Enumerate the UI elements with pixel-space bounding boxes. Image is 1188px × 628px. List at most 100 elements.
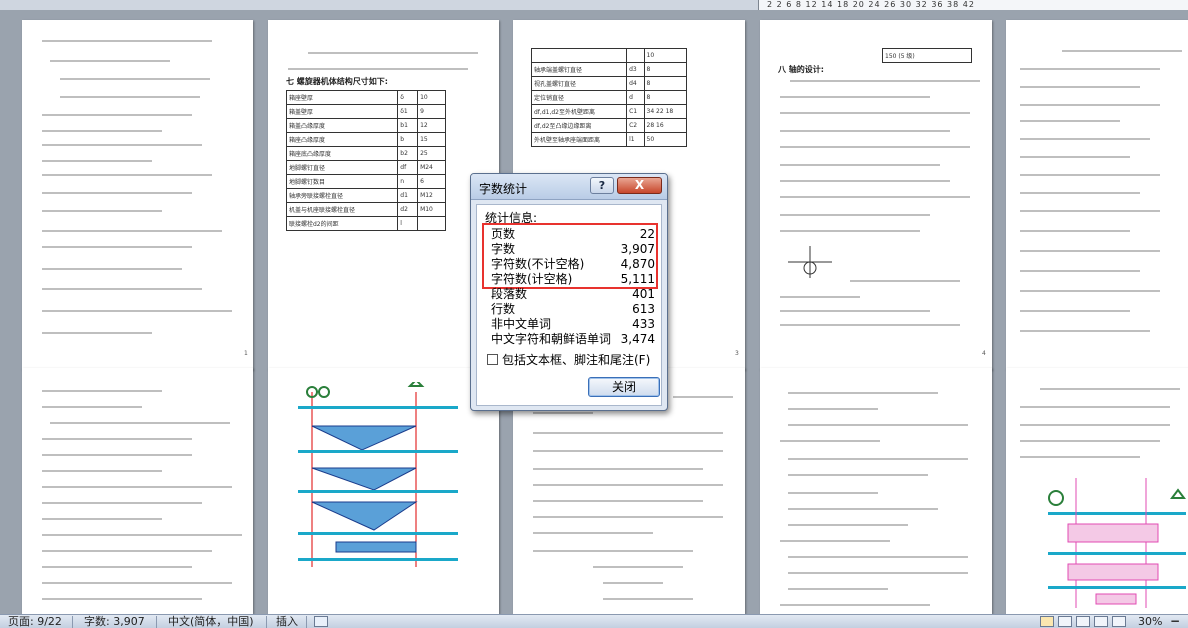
dialog-titlebar[interactable]: 字数统计 ? X bbox=[471, 174, 667, 200]
table-cell: 34 22 18 bbox=[643, 104, 688, 119]
close-icon[interactable]: X bbox=[617, 177, 662, 194]
macro-record-icon[interactable] bbox=[314, 616, 328, 627]
table-cell: df bbox=[397, 160, 419, 175]
page-thumbnail-4[interactable]: 150 (5 级) 八 轴的设计: 4 bbox=[760, 20, 992, 370]
stat-row: 字符数(计空格) 5,111 bbox=[491, 272, 655, 286]
structure-table-continued: 10 轴承端盖螺钉直径 d3 8 视孔盖螺钉直径 d4 8 定位销直径 d 8 df,d1,d2至外… bbox=[530, 48, 688, 147]
page-thumbnail-1[interactable]: 1 bbox=[22, 20, 253, 370]
help-button[interactable]: ? bbox=[590, 177, 614, 194]
page-thumbnail-2[interactable]: 七 螺旋器机体结构尺寸如下: 箱座壁厚 δ 10 箱盖壁厚 δ1 9 箱盖凸缘厚度 b1 12 箱… bbox=[268, 20, 499, 370]
table-cell: 12 bbox=[417, 118, 446, 133]
table-cell: df,d1,d2至外机壁距离 bbox=[530, 104, 628, 119]
table-cell: 定位销直径 bbox=[530, 90, 628, 105]
table-cell: 150 (5 级) bbox=[882, 48, 972, 63]
stat-row: 非中文单词 433 bbox=[491, 317, 655, 331]
table-cell: 联接螺栓d2的间距 bbox=[285, 216, 399, 231]
stat-label: 字符数(不计空格) bbox=[491, 257, 585, 271]
stat-row: 字符数(不计空格) 4,870 bbox=[491, 257, 655, 271]
stat-label: 行数 bbox=[491, 302, 516, 316]
table-cell bbox=[530, 48, 628, 63]
force-diagram bbox=[1048, 478, 1186, 608]
draft-view-icon[interactable] bbox=[1112, 616, 1126, 627]
table-cell: 9 bbox=[417, 104, 446, 119]
table-cell: C2 bbox=[626, 118, 645, 133]
page-thumbnail-7[interactable] bbox=[268, 368, 499, 614]
table-cell: 15 bbox=[417, 132, 446, 147]
table-cell: d bbox=[626, 90, 645, 105]
stat-label: 中文字符和朝鲜语单词 bbox=[491, 332, 612, 346]
stat-row: 行数 613 bbox=[491, 302, 655, 316]
table-cell: 外机壁至轴承座端面距离 bbox=[530, 132, 628, 147]
table-cell: 10 bbox=[643, 48, 688, 63]
table-row: df,d1,d2至外机壁距离 C1 34 22 18 bbox=[530, 104, 688, 119]
outline-view-icon[interactable] bbox=[1094, 616, 1108, 627]
table-cell: 机盖与机座联接螺栓直径 bbox=[285, 202, 399, 217]
table-cell: 箱座壁厚 bbox=[285, 90, 399, 105]
insert-mode-indicator[interactable]: 插入 bbox=[276, 615, 298, 628]
page-thumbnail-6[interactable] bbox=[22, 368, 253, 614]
stat-value: 401 bbox=[632, 287, 655, 301]
page-thumbnail-10[interactable] bbox=[1006, 368, 1188, 614]
include-textbox-footnotes-option[interactable]: 包括文本框、脚注和尾注(F) bbox=[487, 351, 650, 368]
zoom-level[interactable]: 30% bbox=[1138, 615, 1162, 628]
table-cell: 箱座底凸缘厚度 bbox=[285, 146, 399, 161]
table-cell: δ bbox=[397, 90, 419, 105]
stat-label: 页数 bbox=[491, 227, 516, 241]
bending-moment-diagram bbox=[298, 382, 458, 567]
table-cell: 6 bbox=[417, 174, 446, 189]
checkbox-icon[interactable] bbox=[487, 354, 498, 365]
table-cell: 轴承旁联接螺栓直径 bbox=[285, 188, 399, 203]
checkbox-label: 包括文本框、脚注和尾注(F) bbox=[502, 353, 651, 367]
status-bar: 页面: 9/22 字数: 3,907 中文(简体，中国) 插入 30% − bbox=[0, 614, 1188, 628]
table-row: 地脚螺钉直径 df M24 bbox=[285, 160, 446, 175]
table-cell: d2 bbox=[397, 202, 419, 217]
page-heading: 七 螺旋器机体结构尺寸如下: bbox=[286, 77, 388, 86]
table-row: df,d2至凸缘边缘距离 C2 28 16 bbox=[530, 118, 688, 133]
table-cell: 8 bbox=[643, 62, 688, 77]
stat-value: 3,907 bbox=[620, 242, 655, 256]
table-cell: 轴承端盖螺钉直径 bbox=[530, 62, 628, 77]
table-row: 箱座壁厚 δ 10 bbox=[285, 90, 446, 105]
table-cell: l1 bbox=[626, 132, 645, 147]
stat-row: 字数 3,907 bbox=[491, 242, 655, 256]
page-indicator[interactable]: 页面: 9/22 bbox=[8, 615, 62, 628]
table-cell: C1 bbox=[626, 104, 645, 119]
table-cell: d3 bbox=[626, 62, 645, 77]
stat-label: 段落数 bbox=[491, 287, 528, 301]
table-cell: d4 bbox=[626, 76, 645, 91]
language-indicator[interactable]: 中文(简体，中国) bbox=[168, 615, 254, 628]
stat-value: 5,111 bbox=[620, 272, 655, 286]
table-row: 箱盖壁厚 δ1 9 bbox=[285, 104, 446, 119]
web-layout-icon[interactable] bbox=[1076, 616, 1090, 627]
table-row: 定位销直径 d 8 bbox=[530, 90, 688, 105]
table-row: 地脚螺钉数目 n 6 bbox=[285, 174, 446, 189]
table-cell: b1 bbox=[397, 118, 419, 133]
stat-row: 页数 22 bbox=[491, 227, 655, 241]
page-thumbnail-9[interactable] bbox=[760, 368, 992, 614]
word-count-dialog[interactable]: 字数统计 ? X 统计信息: 页数 22 字数 3,907 字符数(不计空格) 4,870… bbox=[470, 173, 668, 411]
statistics-panel: 统计信息: 页数 22 字数 3,907 字符数(不计空格) 4,870 字符数(计空格) 5… bbox=[476, 204, 662, 406]
table-row: 箱座凸缘厚度 b 15 bbox=[285, 132, 446, 147]
table-cell: 8 bbox=[643, 76, 688, 91]
dialog-title: 字数统计 bbox=[479, 182, 528, 196]
table-row: 视孔盖螺钉直径 d4 8 bbox=[530, 76, 688, 91]
table-cell: b bbox=[397, 132, 419, 147]
page-thumbnail-5[interactable] bbox=[1006, 20, 1188, 370]
stat-row: 中文字符和朝鲜语单词 3,474 bbox=[491, 332, 655, 346]
stat-value: 22 bbox=[639, 227, 655, 241]
table-row: 箱座底凸缘厚度 b2 25 bbox=[285, 146, 446, 161]
table-cell: d1 bbox=[397, 188, 419, 203]
table-cell bbox=[626, 48, 645, 63]
table-cell: 50 bbox=[643, 132, 688, 147]
table-row: 10 bbox=[530, 48, 688, 63]
close-button[interactable]: 关闭 bbox=[588, 377, 660, 397]
word-count-indicator[interactable]: 字数: 3,907 bbox=[84, 615, 145, 628]
zoom-out-button[interactable]: − bbox=[1170, 615, 1180, 628]
print-layout-icon[interactable] bbox=[1040, 616, 1054, 627]
full-screen-reading-icon[interactable] bbox=[1058, 616, 1072, 627]
table-cell: 箱座凸缘厚度 bbox=[285, 132, 399, 147]
stat-value: 4,870 bbox=[620, 257, 655, 271]
table-cell: b2 bbox=[397, 146, 419, 161]
table-cell: df,d2至凸缘边缘距离 bbox=[530, 118, 628, 133]
table-cell: M10 bbox=[417, 202, 446, 217]
